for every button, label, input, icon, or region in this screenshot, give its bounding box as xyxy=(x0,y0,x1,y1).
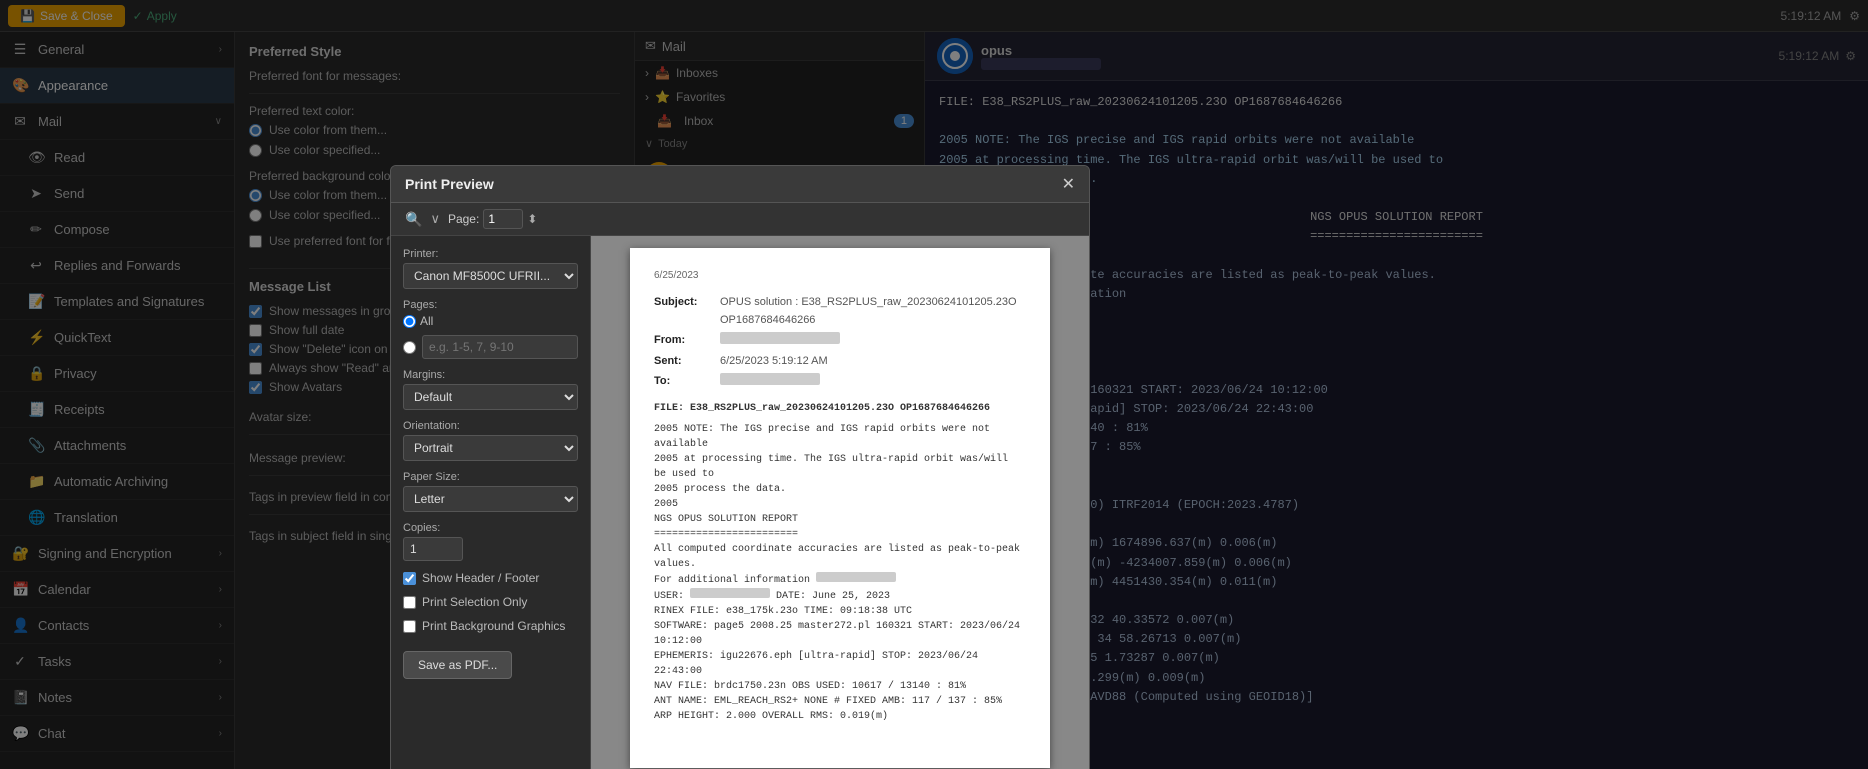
preview-from-field: From: xyxy=(654,332,1026,350)
page-nav: Page: ⬍ xyxy=(448,209,537,229)
preview-line-11: USER: DATE: June 25, 2023 xyxy=(654,588,1026,604)
copies-row: Copies: xyxy=(403,522,578,561)
preview-page: 6/25/2023 Subject: OPUS solution : E38_R… xyxy=(630,248,1050,768)
print-preview-modal: Print Preview ✕ 🔍 ∨ Page: ⬍ Printer: Can… xyxy=(390,165,1090,769)
margins-select[interactable]: Default xyxy=(403,384,578,410)
preview-line-9: For additional information xyxy=(654,572,1026,588)
pages-custom-radio[interactable] xyxy=(403,341,416,354)
preview-line-12: RINEX FILE: e38_175k.23o TIME: 09:18:38 … xyxy=(654,604,1026,619)
preview-line-18: ARP HEIGHT: 2.000 OVERALL RMS: 0.019(m) xyxy=(654,709,1026,724)
copies-input[interactable] xyxy=(403,537,463,561)
preview-line-17: ANT NAME: EML_REACH_RS2+ NONE # FIXED AM… xyxy=(654,694,1026,709)
search-icon: 🔍 xyxy=(405,211,422,228)
preview-line-0: 2005 NOTE: The IGS precise and IGS rapid… xyxy=(654,422,1026,452)
background-graphics-checkbox[interactable] xyxy=(403,620,416,633)
modal-sidebar-actions: Save as PDF... xyxy=(403,651,578,679)
pages-all-radio[interactable] xyxy=(403,315,416,328)
pages-radio-group: All xyxy=(403,314,578,328)
paper-size-label: Paper Size: xyxy=(403,471,578,483)
preview-to-label: To: xyxy=(654,373,714,391)
check-background-graphics-row[interactable]: Print Background Graphics xyxy=(403,619,578,633)
pages-custom-label[interactable] xyxy=(403,341,416,354)
orientation-select[interactable]: Portrait xyxy=(403,435,578,461)
paper-size-row: Paper Size: Letter xyxy=(403,471,578,512)
preview-subject-value: OPUS solution : E38_RS2PLUS_raw_20230624… xyxy=(720,294,1026,329)
preview-subject-label: Subject: xyxy=(654,294,714,329)
check-print-selection-row[interactable]: Print Selection Only xyxy=(403,595,578,609)
pages-all-text: All xyxy=(420,314,433,328)
modal-close-button[interactable]: ✕ xyxy=(1062,174,1075,194)
printer-row: Printer: Canon MF8500C UFRII... xyxy=(403,248,578,289)
page-label: Page: xyxy=(448,212,479,226)
copies-label: Copies: xyxy=(403,522,578,534)
blurred-span xyxy=(816,572,896,582)
modal-title: Print Preview xyxy=(405,176,494,192)
preview-from-label: From: xyxy=(654,332,714,350)
preview-line-3: 2005 xyxy=(654,497,1026,512)
margins-row: Margins: Default xyxy=(403,369,578,410)
pages-label: Pages: xyxy=(403,299,578,311)
pages-all-label[interactable]: All xyxy=(403,314,433,328)
header-footer-checkbox[interactable] xyxy=(403,572,416,585)
pages-row: Pages: All xyxy=(403,299,578,359)
print-selection-label: Print Selection Only xyxy=(422,595,527,609)
page-number-input[interactable] xyxy=(483,209,523,229)
preview-to-value xyxy=(720,373,820,385)
page-stepper-icon[interactable]: ⬍ xyxy=(527,212,537,226)
toolbar-chevron-icon: ∨ xyxy=(430,211,440,227)
preview-body: FILE: E38_RS2PLUS_raw_20230624101205.23O… xyxy=(654,401,1026,724)
pages-custom-input[interactable] xyxy=(422,335,578,359)
header-footer-label: Show Header / Footer xyxy=(422,571,539,585)
check-header-footer-row[interactable]: Show Header / Footer xyxy=(403,571,578,585)
orientation-row: Orientation: Portrait xyxy=(403,420,578,461)
preview-line-5: NGS OPUS SOLUTION REPORT xyxy=(654,512,1026,527)
preview-line-16: NAV FILE: brdc1750.23n OBS USED: 10617 /… xyxy=(654,679,1026,694)
paper-size-select[interactable]: Letter xyxy=(403,486,578,512)
modal-title-bar: Print Preview ✕ xyxy=(391,166,1089,203)
blurred-span xyxy=(690,588,770,598)
orientation-label: Orientation: xyxy=(403,420,578,432)
preview-body-lines: 2005 NOTE: The IGS precise and IGS rapid… xyxy=(654,422,1026,724)
preview-subject-field: Subject: OPUS solution : E38_RS2PLUS_raw… xyxy=(654,294,1026,329)
save-pdf-button[interactable]: Save as PDF... xyxy=(403,651,512,679)
preview-line-15: EPHEMERIS: igu22676.eph [ultra-rapid] ST… xyxy=(654,649,1026,679)
preview-from-value xyxy=(720,332,840,344)
preview-sent-label: Sent: xyxy=(654,353,714,371)
background-graphics-label: Print Background Graphics xyxy=(422,619,565,633)
printer-select[interactable]: Canon MF8500C UFRII... xyxy=(403,263,578,289)
modal-preview-area: 6/25/2023 Subject: OPUS solution : E38_R… xyxy=(591,236,1089,769)
preview-line-1: 2005 at processing time. The IGS ultra-r… xyxy=(654,452,1026,482)
preview-line-8: All computed coordinate accuracies are l… xyxy=(654,542,1026,572)
preview-sent-field: Sent: 6/25/2023 5:19:12 AM xyxy=(654,353,1026,371)
preview-line-6: ======================== xyxy=(654,527,1026,542)
preview-date: 6/25/2023 xyxy=(654,268,1026,284)
modal-toolbar: 🔍 ∨ Page: ⬍ xyxy=(391,203,1089,236)
margins-label: Margins: xyxy=(403,369,578,381)
print-selection-checkbox[interactable] xyxy=(403,596,416,609)
preview-sent-value: 6/25/2023 5:19:12 AM xyxy=(720,353,828,371)
preview-file-line: FILE: E38_RS2PLUS_raw_20230624101205.23O… xyxy=(654,401,1026,416)
preview-line-2: 2005 process the data. xyxy=(654,482,1026,497)
preview-line-14: SOFTWARE: page5 2008.25 master272.pl 160… xyxy=(654,619,1026,649)
modal-body: Printer: Canon MF8500C UFRII... Pages: A… xyxy=(391,236,1089,769)
printer-label: Printer: xyxy=(403,248,578,260)
modal-settings-sidebar: Printer: Canon MF8500C UFRII... Pages: A… xyxy=(391,236,591,769)
modal-overlay: Print Preview ✕ 🔍 ∨ Page: ⬍ Printer: Can… xyxy=(0,0,1868,769)
preview-to-field: To: xyxy=(654,373,1026,391)
